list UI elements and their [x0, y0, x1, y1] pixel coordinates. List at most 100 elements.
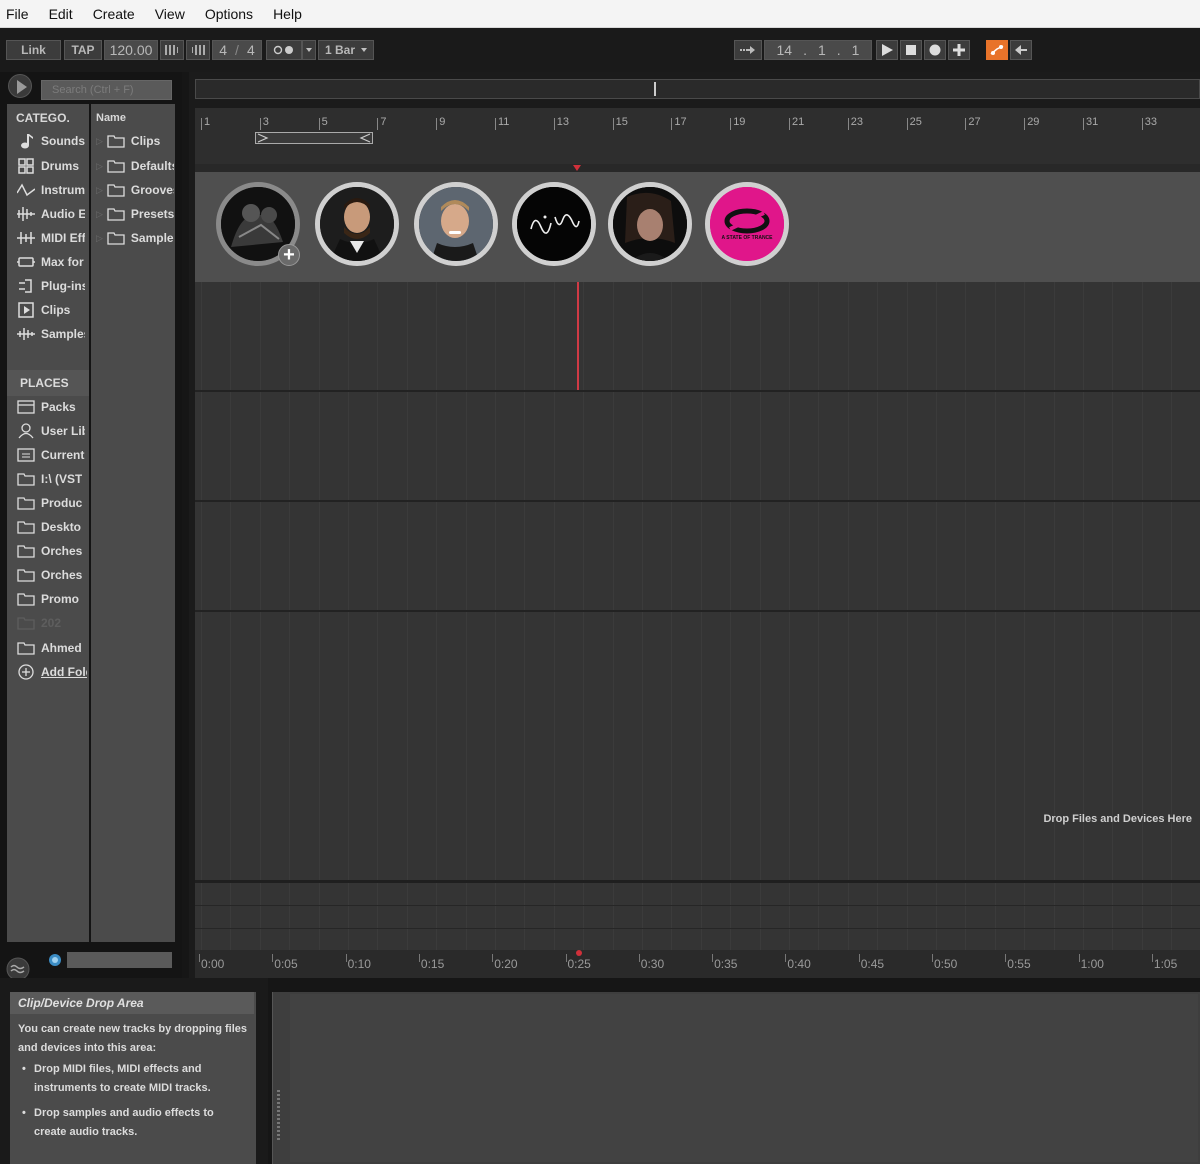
playhead-marker-icon[interactable] — [573, 165, 581, 171]
list-item-defaults[interactable]: ▷ Defaults — [96, 155, 174, 177]
add-circle-icon — [17, 664, 35, 680]
plus-icon — [953, 44, 965, 56]
category-midi-effects[interactable]: MIDI Effects — [17, 227, 85, 249]
category-label: Clips — [41, 303, 71, 317]
time-sig-sep: / — [235, 42, 239, 58]
place-desktop[interactable]: Deskto — [17, 516, 85, 538]
grid-line — [994, 282, 996, 952]
place-orches-2[interactable]: Orches — [17, 564, 85, 586]
place-produc[interactable]: Produc — [17, 492, 85, 514]
category-clips[interactable]: Clips — [17, 299, 85, 321]
artist-avatar-6[interactable]: A STATE OF TRANCE — [705, 182, 789, 266]
stop-button[interactable] — [900, 40, 922, 60]
expand-arrow-icon[interactable]: ▷ — [96, 233, 103, 244]
link-button[interactable]: Link — [6, 40, 61, 60]
tap-button[interactable]: TAP — [64, 40, 102, 60]
device-drop-area[interactable] — [290, 994, 1198, 1162]
time-tick-label: 0:55 — [1007, 957, 1031, 971]
time-tick-label: 0:30 — [640, 957, 665, 971]
menu-help[interactable]: Help — [265, 0, 310, 28]
bar-tick-label: 25 — [909, 116, 922, 128]
time-signature[interactable]: 4 / 4 — [212, 40, 262, 60]
list-item-presets[interactable]: ▷ Presets — [96, 203, 174, 225]
grid-line — [847, 282, 849, 952]
bar-tick — [377, 118, 379, 130]
list-item-clips[interactable]: ▷ Clips — [96, 130, 174, 152]
follow-button[interactable] — [734, 40, 762, 60]
nudge-up-button[interactable] — [186, 40, 210, 60]
place-vst[interactable]: I:\ (VST — [17, 468, 85, 490]
place-promo[interactable]: Promo — [17, 588, 85, 610]
add-folder-button[interactable]: Add Folder — [17, 661, 87, 683]
artist-avatar-5[interactable] — [608, 182, 692, 266]
preview-play-button[interactable] — [8, 74, 32, 98]
song-position-field[interactable]: 14 . 1 . 1 — [764, 40, 872, 60]
list-item-grooves[interactable]: ▷ Grooves — [96, 179, 174, 201]
category-samples[interactable]: Samples — [17, 323, 85, 345]
category-sounds[interactable]: Sounds — [17, 130, 85, 152]
audio-fx-icon — [17, 206, 35, 222]
grid-line — [906, 282, 908, 952]
back-to-arrangement-button[interactable] — [1010, 40, 1032, 60]
overdub-button[interactable] — [948, 40, 970, 60]
menu-view[interactable]: View — [147, 0, 193, 28]
bar-tick-label: 33 — [1144, 116, 1158, 128]
tempo-field[interactable]: 120.00 — [104, 40, 158, 60]
automation-arm-button[interactable] — [986, 40, 1008, 60]
detail-view[interactable] — [272, 992, 1200, 1164]
category-plug-ins[interactable]: Plug-ins — [17, 275, 85, 297]
nudge-down-button[interactable] — [160, 40, 184, 60]
resize-grip-icon[interactable] — [277, 1090, 280, 1140]
stop-icon — [906, 45, 916, 55]
grid-line — [759, 282, 761, 952]
place-packs[interactable]: Packs — [17, 396, 85, 418]
place-label: Current Project — [41, 448, 85, 462]
artist-avatar-3[interactable] — [414, 182, 498, 266]
grid-line — [377, 282, 379, 952]
category-audio-effects[interactable]: Audio Effects — [17, 203, 85, 225]
loop-region-row[interactable] — [195, 130, 1200, 164]
play-button[interactable] — [876, 40, 898, 60]
add-artist-button[interactable]: + — [278, 244, 300, 266]
place-orches-1[interactable]: Orches — [17, 540, 85, 562]
category-max-for-live[interactable]: Max for Live — [17, 251, 85, 273]
time-ruler[interactable]: 0:00 0:05 0:10 0:15 0:20 0:25 0:30 0:35 0:40 0:45… — [195, 950, 1200, 978]
expand-arrow-icon[interactable]: ▷ — [96, 161, 103, 172]
menu-options[interactable]: Options — [197, 0, 261, 28]
bar-tick — [730, 118, 732, 130]
menu-create[interactable]: Create — [85, 0, 143, 28]
overview-bar[interactable] — [195, 79, 1200, 99]
loop-brace[interactable] — [255, 132, 373, 144]
preview-waveform-field[interactable] — [67, 952, 172, 968]
beat-time-ruler[interactable]: 1 3 5 7 9 11 13 15 17 19 21 23 25 27 29 31 33 — [195, 108, 1200, 130]
artist-avatar-2[interactable] — [315, 182, 399, 266]
time-tick — [1151, 954, 1153, 962]
place-current-project[interactable]: Current Project — [17, 444, 85, 466]
browser-search-input[interactable] — [41, 80, 172, 100]
list-item-samples[interactable]: ▷ Samples — [96, 227, 174, 249]
metronome-menu-button[interactable] — [302, 40, 316, 60]
metronome-button[interactable] — [266, 40, 302, 60]
expand-arrow-icon[interactable]: ▷ — [96, 136, 103, 147]
arrangement-lanes[interactable]: Drop Files and Devices Here — [195, 282, 1200, 952]
time-tick-label: 0:00 — [201, 957, 225, 971]
midi-fx-icon — [17, 230, 35, 246]
hot-swap-icon[interactable] — [48, 953, 62, 967]
record-button[interactable] — [924, 40, 946, 60]
menu-edit[interactable]: Edit — [41, 0, 81, 28]
follow-arrow-icon — [740, 46, 755, 54]
expand-arrow-icon[interactable]: ▷ — [96, 185, 103, 196]
artist-avatar-4[interactable] — [512, 182, 596, 266]
category-instruments[interactable]: Instruments — [17, 179, 85, 201]
place-dimmed[interactable]: 202 — [17, 612, 85, 634]
menu-file[interactable]: File — [0, 0, 37, 28]
expand-arrow-icon[interactable]: ▷ — [96, 209, 103, 220]
artist-photo-3 — [419, 187, 493, 261]
place-user-library[interactable]: User Library — [17, 420, 85, 442]
bar-tick-label: 31 — [1086, 116, 1099, 128]
name-header[interactable]: Name — [96, 112, 126, 124]
category-drums[interactable]: Drums — [17, 155, 85, 177]
quantize-select[interactable]: 1 Bar — [318, 40, 374, 60]
place-ahmed[interactable]: Ahmed — [17, 637, 85, 659]
grid-line — [348, 282, 349, 952]
